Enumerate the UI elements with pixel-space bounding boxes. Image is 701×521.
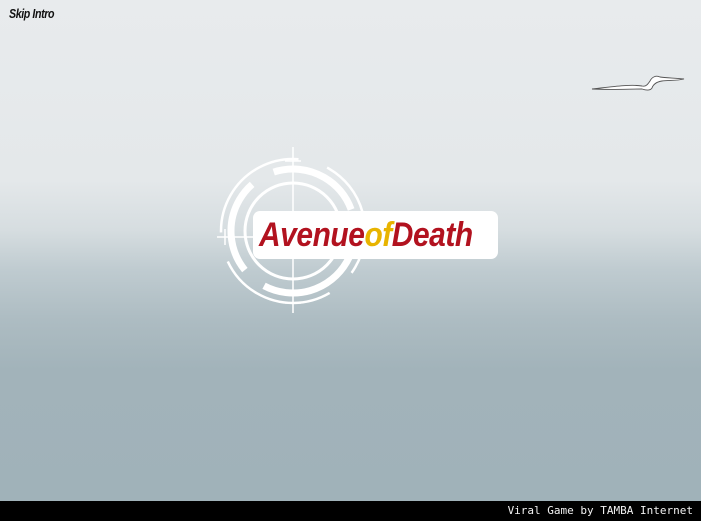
title-word-avenue: Avenue <box>259 216 365 254</box>
game-title: AvenueofDeath <box>259 215 473 255</box>
skip-intro-button[interactable]: Skip Intro <box>9 6 54 21</box>
game-logo: AvenueofDeath <box>215 145 505 320</box>
title-word-of: of <box>364 216 392 254</box>
title-word-death: Death <box>391 216 473 254</box>
seagull-icon <box>591 75 685 91</box>
intro-stage: Skip Intro AvenueofDeath <box>0 0 701 501</box>
footer-bar: Viral Game by TAMBA Internet <box>0 501 701 521</box>
credit-text: Viral Game by TAMBA Internet <box>507 504 693 517</box>
